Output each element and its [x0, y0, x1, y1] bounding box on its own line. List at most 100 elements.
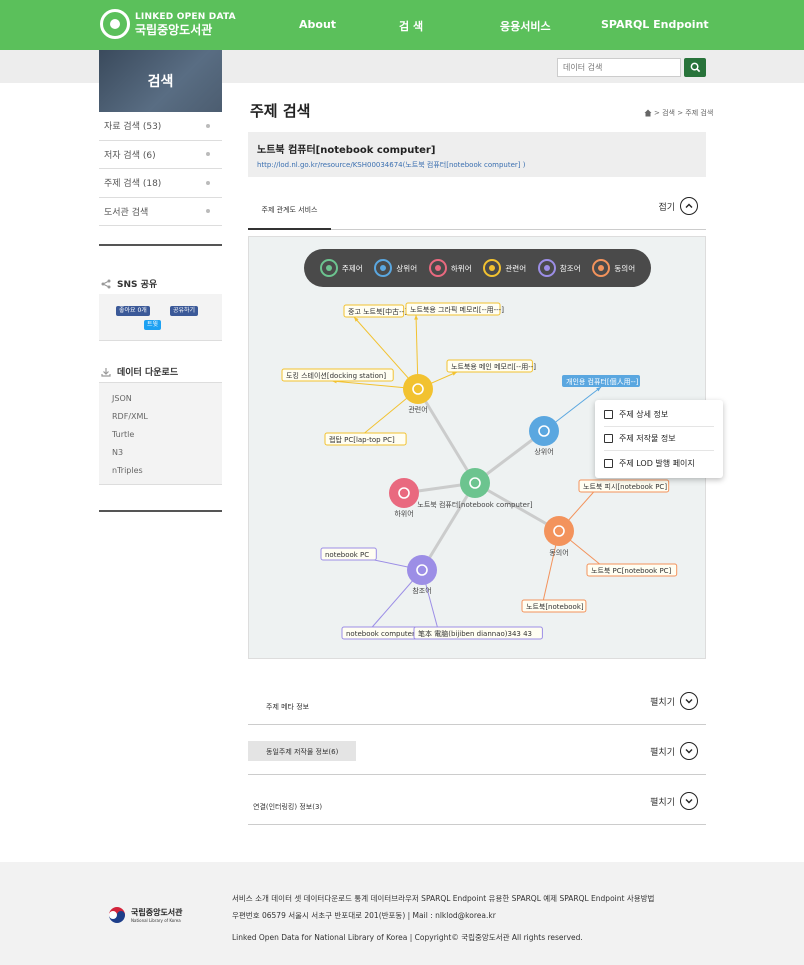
breadcrumb: > 검색 > 주제 검색: [644, 108, 713, 118]
center-node: [460, 468, 490, 498]
government-emblem-icon: [109, 907, 125, 923]
section-subject-meta[interactable]: 주제 메타 정보 펼치기: [248, 675, 706, 725]
legend-item[interactable]: 동의어: [592, 259, 635, 277]
legend-item[interactable]: 하위어: [428, 259, 472, 277]
broader-term-label: 개인용 컴퓨터[個人用--]: [566, 377, 639, 386]
expand-toggle[interactable]: 펼치기: [650, 692, 698, 710]
expand-label: 펼치기: [650, 747, 675, 758]
sidebar-divider: [99, 244, 222, 246]
section-label: 주제 메타 정보: [266, 703, 310, 711]
term-label: 노트북용 그라픽 메모리[--用---]: [410, 305, 504, 314]
branch-up-icon: [374, 259, 393, 277]
edge-arrow: [596, 387, 601, 392]
relation-edge: [543, 386, 602, 432]
term-label: 도킹 스테이션[docking station]: [286, 371, 386, 380]
sidebar-item-authors[interactable]: 저자 검색 (6): [99, 141, 222, 169]
term-label: 노트북[notebook]: [526, 603, 584, 611]
legend-label: 상위어: [396, 263, 418, 273]
relation-edge: [331, 380, 419, 390]
sns-share-heading: SNS 공유: [101, 277, 157, 290]
menu-item-label: 주제 저작물 정보: [619, 434, 676, 443]
bullet-icon: [206, 152, 210, 157]
section-label: 연결(인터링킹) 정보(3): [253, 803, 323, 811]
term-box: [586, 563, 678, 577]
data-download-heading: 데이터 다운로드: [101, 365, 178, 378]
download-ntriples-link[interactable]: nTriples: [99, 465, 222, 483]
section-same-subject-works[interactable]: 동일주제 저작물 정보(6) 펼치기: [248, 725, 706, 775]
download-icon: [101, 367, 111, 377]
term-box: [343, 304, 405, 318]
chevron-down-icon: [680, 792, 698, 810]
tab-relation-graph[interactable]: 주제 관계도 서비스: [248, 192, 331, 230]
download-rdfxml-link[interactable]: RDF/XML: [99, 411, 222, 429]
download-turtle-link[interactable]: Turtle: [99, 429, 222, 447]
term-box: [324, 432, 407, 446]
section-interlinking[interactable]: 연결(인터링킹) 정보(3) 펼치기: [248, 775, 706, 825]
term-box: [578, 479, 670, 493]
relation-edge: [415, 314, 419, 390]
chevron-down-icon: [680, 692, 698, 710]
share-icon: [101, 279, 111, 288]
sidebar-item-label: 도서관 검색: [104, 207, 149, 218]
subject-uri-link[interactable]: http://lod.nl.go.kr/resource/KSH00034674…: [257, 160, 525, 170]
book-icon: [604, 434, 613, 443]
download-json-link[interactable]: JSON: [99, 393, 222, 411]
relation-edge: [366, 569, 423, 634]
site-logo[interactable]: LINKED OPEN DATA 국립중앙도서관: [100, 9, 236, 39]
term-label: notebook computer: [346, 630, 415, 638]
facebook-like-button[interactable]: 좋아요 0개: [116, 306, 150, 316]
footer-links[interactable]: 서비스 소개 데이터 셋 데이터다운로드 통계 데이터브라우저 SPARQL E…: [232, 893, 654, 904]
legend-label: 하위어: [450, 263, 472, 273]
related-node-glyph: [412, 383, 424, 395]
menu-subject-works[interactable]: 주제 저작물 정보: [604, 427, 714, 451]
sidebar-divider: [99, 510, 222, 512]
menu-subject-lod-page[interactable]: 주제 LOD 발행 페이지: [604, 451, 714, 475]
term-box: [320, 547, 377, 561]
sidebar-item-materials[interactable]: 자료 검색 (53): [99, 112, 222, 141]
menu-subject-detail[interactable]: 주제 상세 정보: [604, 403, 714, 427]
chevron-down-icon: [680, 742, 698, 760]
bullet-icon: [206, 123, 210, 128]
home-icon: [644, 109, 652, 117]
search-icon: [690, 62, 700, 73]
node-context-menu: 주제 상세 정보 주제 저작물 정보 주제 LOD 발행 페이지: [595, 400, 723, 478]
sidebar-item-libraries[interactable]: 도서관 검색: [99, 198, 222, 226]
section-label: 동일주제 저작물 정보(6): [248, 741, 357, 761]
related-icon: [483, 259, 502, 277]
page: LINKED OPEN DATA 국립중앙도서관 About 검 색 응용서비스…: [0, 0, 804, 965]
edge-arrow: [350, 440, 355, 445]
narrower-node: [389, 478, 419, 508]
edge-arrow: [414, 315, 419, 320]
search-input[interactable]: [557, 58, 681, 77]
nav-services[interactable]: 응용서비스: [500, 18, 551, 34]
download-n3-link[interactable]: N3: [99, 447, 222, 465]
chevron-up-icon: [680, 197, 698, 215]
nav-sparql-endpoint[interactable]: SPARQL Endpoint: [601, 18, 709, 31]
sidebar-title: 검색: [99, 50, 222, 112]
legend-item[interactable]: 관련어: [483, 259, 526, 277]
center-node-glyph: [469, 477, 481, 489]
legend-item[interactable]: 참조어: [537, 259, 581, 277]
tweet-button[interactable]: 트윗: [144, 320, 162, 330]
sidebar-item-subjects[interactable]: 주제 검색 (18): [99, 169, 222, 198]
relation-edge: [558, 530, 608, 571]
expand-toggle[interactable]: 펼치기: [650, 792, 698, 810]
nav-search[interactable]: 검 색: [399, 18, 423, 34]
tag-icon: [319, 259, 338, 277]
footer-logo-ko: 국립중앙도서관: [131, 908, 183, 917]
broader-node: [529, 416, 559, 446]
data-download-title: 데이터 다운로드: [117, 368, 179, 378]
edge-arrow: [541, 601, 545, 606]
search-button[interactable]: [684, 58, 706, 77]
term-box: [413, 626, 543, 640]
edge-arrow: [594, 486, 599, 491]
expand-toggle[interactable]: 펼치기: [650, 742, 698, 760]
collapse-toggle[interactable]: 접기: [658, 197, 698, 215]
legend-label: 주제어: [341, 263, 363, 273]
legend-item[interactable]: 상위어: [374, 259, 417, 277]
term-box: [446, 359, 533, 373]
legend-item[interactable]: 주제어: [319, 259, 363, 277]
nav-about[interactable]: About: [299, 18, 336, 31]
synonym-node-label: 동의어: [549, 548, 568, 557]
facebook-share-button[interactable]: 공유하기: [170, 306, 199, 316]
